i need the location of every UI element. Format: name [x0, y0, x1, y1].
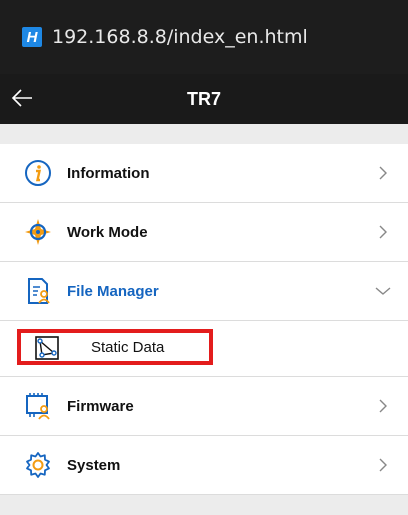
- chevron-right-icon: [379, 458, 387, 472]
- url-text[interactable]: 192.168.8.8/index_en.html: [52, 26, 308, 48]
- app-header: TR7: [0, 74, 408, 124]
- menu-item-work-mode[interactable]: Work Mode: [0, 203, 408, 262]
- menu-item-file-manager[interactable]: File Manager: [0, 262, 408, 321]
- menu-item-information[interactable]: Information: [0, 144, 408, 203]
- menu-item-label: Information: [67, 164, 150, 182]
- menu-item-label: File Manager: [67, 282, 159, 300]
- gear-icon: [26, 452, 50, 478]
- chevron-right-icon: [379, 399, 387, 413]
- menu-item-label: Firmware: [67, 397, 134, 415]
- compass-icon: [25, 219, 51, 245]
- browser-url-bar[interactable]: H 192.168.8.8/index_en.html: [0, 0, 408, 74]
- menu-item-firmware[interactable]: Firmware: [0, 377, 408, 436]
- site-favicon-icon: H: [22, 27, 42, 47]
- info-icon: [25, 160, 51, 186]
- firmware-icon: [26, 393, 50, 420]
- file-manager-icon: [28, 278, 50, 304]
- back-arrow-icon[interactable]: [8, 84, 36, 112]
- submenu-item-static-data[interactable]: Static Data: [0, 321, 408, 377]
- menu-list: Information Work Mode File Manager Stati…: [0, 144, 408, 495]
- static-data-icon: [35, 336, 59, 360]
- menu-item-system[interactable]: System: [0, 436, 408, 495]
- menu-item-label: Work Mode: [67, 223, 148, 241]
- menu-item-label: System: [67, 456, 121, 474]
- chevron-right-icon: [379, 166, 387, 180]
- chevron-down-icon: [375, 287, 391, 295]
- app-title: TR7: [186, 88, 221, 109]
- chevron-right-icon: [379, 225, 387, 239]
- submenu-item-label: Static Data: [91, 339, 165, 356]
